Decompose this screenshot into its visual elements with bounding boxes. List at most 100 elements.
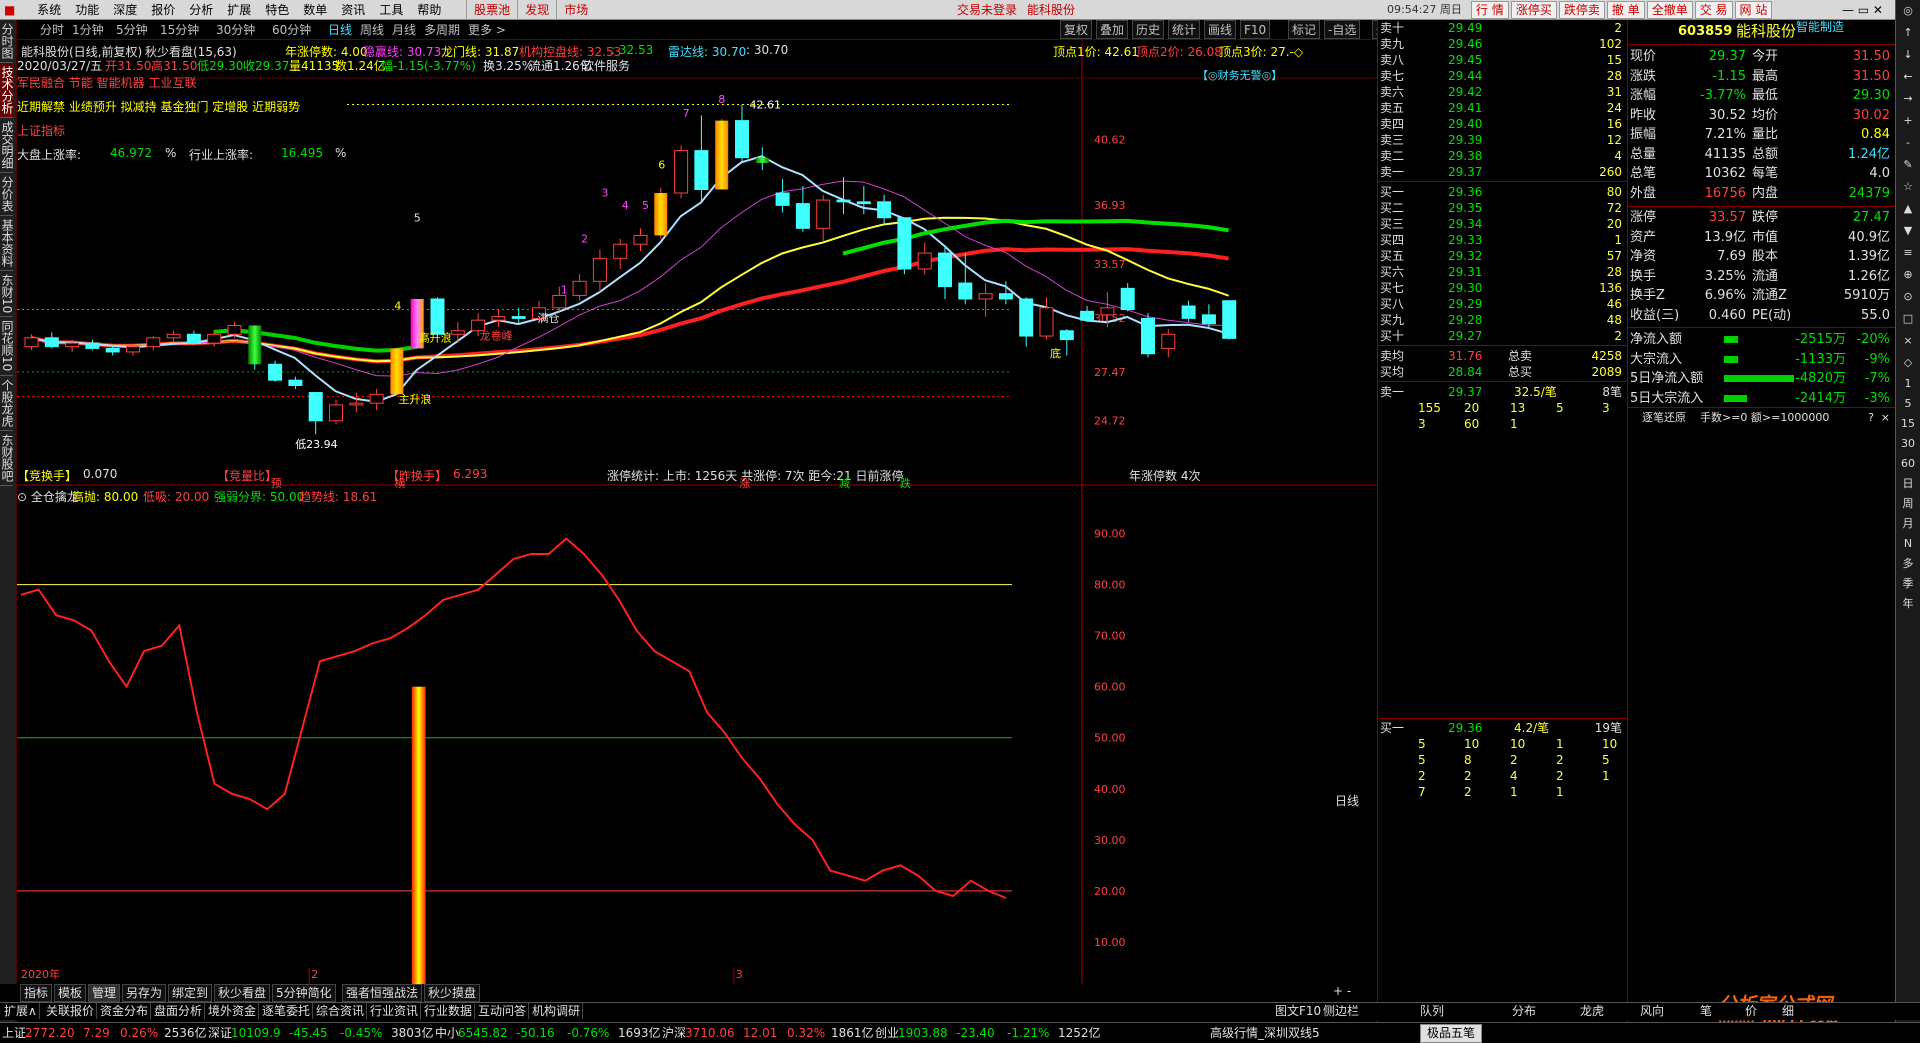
bid-level[interactable]: 买二 29.35 72 [1378, 200, 1628, 216]
side-tab[interactable]: 技术分析 [0, 63, 14, 118]
toolbar-button[interactable]: F10 [1240, 20, 1271, 39]
period-tab[interactable]: 分时 [40, 20, 64, 40]
candle-body[interactable] [897, 217, 912, 270]
side-tab[interactable]: 东财10 [0, 271, 14, 318]
toolbar-button[interactable]: 历史 [1132, 20, 1165, 39]
bottom-right-tab[interactable]: 细 [1782, 1003, 1794, 1019]
candle-body[interactable] [248, 325, 262, 365]
candle-body[interactable] [207, 333, 222, 344]
candle-body[interactable] [917, 252, 932, 270]
bottom-tab[interactable]: 逐笔委托 [260, 1003, 314, 1019]
quick-button[interactable]: 交 易 [1694, 1, 1733, 19]
bottom-right-tab[interactable]: 价 [1745, 1003, 1757, 1019]
bottom-tab[interactable]: 行业数据 [422, 1003, 476, 1019]
ask-level[interactable]: 卖五 29.41 24 [1378, 100, 1628, 116]
index-quote[interactable]: -1.21% [1007, 1023, 1049, 1043]
main-chart-area[interactable]: 40.62 36.93 33.57 30.52 27.47 24.72 42.61 低23.9… [17, 40, 1377, 1030]
menu-item[interactable]: 报价 [144, 0, 182, 20]
candle-body[interactable] [1181, 305, 1196, 319]
index-quote[interactable]: 3803亿 [391, 1023, 434, 1043]
candle-body[interactable] [572, 280, 587, 296]
bottom-tab[interactable]: 扩展∧ [2, 1003, 40, 1019]
index-quote[interactable]: -45.45 [289, 1023, 328, 1043]
candle-body[interactable] [958, 282, 973, 300]
index-quote[interactable]: 10109.9 [231, 1023, 281, 1043]
index-quote[interactable]: 深证 [208, 1023, 232, 1043]
bid-level[interactable]: 买七 29.30 136 [1378, 280, 1628, 296]
indicator-tab[interactable]: 管理 [88, 984, 121, 1002]
ask-level[interactable]: 卖六 29.42 31 [1378, 84, 1628, 100]
bid-level[interactable]: 买五 29.32 57 [1378, 248, 1628, 264]
candle-body[interactable] [1100, 307, 1115, 316]
menu-item[interactable]: 帮助 [410, 0, 448, 20]
menu-item[interactable]: 数单 [296, 0, 334, 20]
bid-level[interactable]: 买三 29.34 20 [1378, 216, 1628, 232]
candle-body[interactable] [856, 201, 871, 205]
indicator-tab[interactable]: 模板 [54, 984, 87, 1002]
side-tool-button[interactable]: ▼ [1896, 220, 1920, 242]
candle-body[interactable] [511, 316, 526, 319]
index-quote[interactable]: -0.45% [340, 1023, 382, 1043]
menu-item[interactable]: 扩展 [220, 0, 258, 20]
index-quote[interactable]: 1693亿 [618, 1023, 661, 1043]
index-quote[interactable]: 3710.06 [685, 1023, 735, 1043]
candle-body[interactable] [755, 157, 769, 163]
bottom-right-tab[interactable]: 分布 [1512, 1003, 1536, 1019]
side-tool-button[interactable]: ☆ [1896, 176, 1920, 198]
index-quote[interactable]: 中小 [435, 1023, 459, 1043]
index-quote[interactable]: 2536亿 [164, 1023, 207, 1043]
candle-body[interactable] [1039, 307, 1054, 337]
menu-item[interactable]: 工具 [372, 0, 410, 20]
toolbar-button[interactable]: -自选 [1324, 20, 1361, 39]
help-icon[interactable]: ? [1868, 408, 1874, 427]
candle-body[interactable] [146, 337, 161, 348]
candle-body[interactable] [105, 347, 120, 353]
candle-body[interactable] [816, 199, 831, 229]
ask-level[interactable]: 卖四 29.40 16 [1378, 116, 1628, 132]
side-tab[interactable]: 个股龙虎 [0, 376, 14, 431]
side-tool-button[interactable]: ↑ [1896, 22, 1920, 44]
menu-item[interactable]: 深度 [106, 0, 144, 20]
bottom-right-tab[interactable]: 图文F10 [1275, 1003, 1321, 1019]
candle-body[interactable] [633, 234, 648, 245]
side-tab[interactable]: 分时图 [0, 20, 14, 63]
index-quote[interactable]: 12.01 [743, 1023, 777, 1043]
candle-body[interactable] [1120, 287, 1135, 311]
candle-body[interactable] [430, 298, 445, 335]
candle-body[interactable] [795, 203, 810, 229]
candle-body[interactable] [166, 333, 181, 339]
bottom-right-tab[interactable]: 笔 [1700, 1003, 1712, 1019]
bottom-tab[interactable]: 综合资讯 [314, 1003, 368, 1019]
side-tool-button[interactable]: □ [1896, 308, 1920, 330]
bid-level[interactable]: 买四 29.33 1 [1378, 232, 1628, 248]
candle-body[interactable] [1222, 300, 1237, 339]
side-tool-button[interactable]: N [1896, 534, 1920, 554]
bottom-right-tab[interactable]: 侧边栏 [1323, 1003, 1359, 1019]
side-tool-button[interactable]: 30 [1896, 434, 1920, 454]
bottom-tab[interactable]: 关联报价 [44, 1003, 98, 1019]
period-tab[interactable]: 多周期 [424, 20, 460, 40]
period-tab[interactable]: 30分钟 [216, 20, 255, 40]
side-tool-button[interactable]: ◎ [1896, 0, 1920, 22]
ask-level[interactable]: 卖二 29.38 4 [1378, 148, 1628, 164]
index-quote[interactable]: 上证 [2, 1023, 26, 1043]
candle-body[interactable] [978, 293, 993, 300]
menu-item[interactable]: 特色 [258, 0, 296, 20]
ask-level[interactable]: 卖三 29.39 12 [1378, 132, 1628, 148]
candle-body[interactable] [715, 120, 729, 190]
candle-body[interactable] [1080, 310, 1095, 321]
candle-body[interactable] [308, 392, 323, 422]
side-tool-button[interactable]: ▲ [1896, 198, 1920, 220]
index-quote[interactable]: 1861亿 [831, 1023, 874, 1043]
bottom-tab[interactable]: 境外资金 [206, 1003, 260, 1019]
index-quote[interactable]: 1903.88 [898, 1023, 948, 1043]
candle-body[interactable] [85, 342, 100, 349]
settings-icon[interactable]: ⊙ [17, 490, 27, 504]
side-tool-button[interactable]: 年 [1896, 594, 1920, 614]
indicator-tab[interactable]: 指标 [20, 984, 53, 1002]
side-tool-button[interactable]: 周 [1896, 494, 1920, 514]
ticker-header[interactable]: 逐笔还原 手数>=0 额>=1000000? × [1628, 407, 1896, 426]
index-quote[interactable]: 沪深 [662, 1023, 686, 1043]
candle-body[interactable] [1161, 333, 1176, 349]
period-tab[interactable]: 60分钟 [272, 20, 311, 40]
